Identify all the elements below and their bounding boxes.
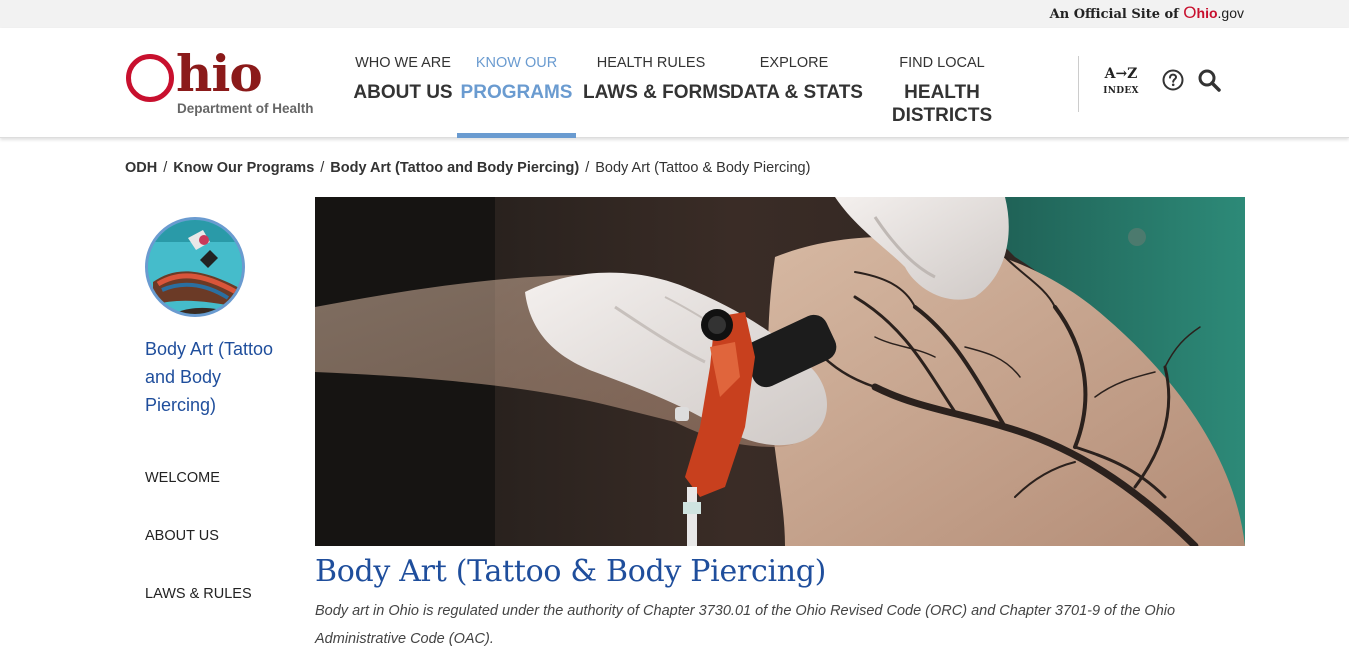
nav-item-small-label: KNOW OUR xyxy=(475,55,558,71)
ohio-gov-hio: hio xyxy=(1196,5,1218,21)
logo-department: Department of Health xyxy=(177,101,314,116)
header-divider xyxy=(1078,56,1079,112)
program-thumbnail xyxy=(145,217,245,317)
nav-item-big-label: DATA & STATS xyxy=(730,82,863,103)
page-title: Body Art (Tattoo & Body Piercing) xyxy=(315,554,827,589)
sidebar-item-welcome[interactable]: WELCOME xyxy=(145,468,252,526)
breadcrumb-link-odh[interactable]: ODH xyxy=(125,160,157,176)
nav-item-big-label: ABOUT US xyxy=(353,82,453,103)
hero-image xyxy=(315,197,1245,546)
active-nav-indicator xyxy=(457,133,576,138)
official-site-notice[interactable]: An Official Site of Ohio.gov xyxy=(1050,3,1244,23)
site-header: hio Department of Health WHO WE ARE ABOU… xyxy=(0,28,1349,138)
sidebar-item-about-us[interactable]: ABOUT US xyxy=(145,526,252,584)
sidebar-nav: WELCOME ABOUT US LAWS & RULES xyxy=(145,468,252,642)
nav-health-districts[interactable]: FIND LOCAL HEALTH DISTRICTS xyxy=(884,28,1000,138)
breadcrumb-link-body-art[interactable]: Body Art (Tattoo and Body Piercing) xyxy=(330,160,579,176)
nav-item-big-line-2: DISTRICTS xyxy=(891,105,993,126)
az-sub-label: INDEX xyxy=(1103,86,1139,96)
question-circle-icon[interactable] xyxy=(1162,69,1184,91)
nav-data-stats[interactable]: EXPLORE DATA & STATS xyxy=(730,28,863,138)
breadcrumb: ODH / Know Our Programs / Body Art (Tattoo a… xyxy=(125,160,810,176)
logo-o-ring xyxy=(126,54,174,102)
nav-item-big-line-1: HEALTH xyxy=(904,82,980,103)
breadcrumb-separator: / xyxy=(320,160,325,176)
nav-item-big-label: LAWS & FORMS xyxy=(583,82,731,103)
breadcrumb-separator: / xyxy=(163,160,168,176)
nav-item-small-label: WHO WE ARE xyxy=(355,55,451,71)
sidebar-program-title[interactable]: Body Art (Tattoo and Body Piercing) xyxy=(145,335,295,419)
odh-logo[interactable]: hio Department of Health xyxy=(126,44,326,120)
official-prefix: An Official Site of xyxy=(1049,7,1179,22)
breadcrumb-separator: / xyxy=(585,160,590,176)
ohio-gov-o: O xyxy=(1183,3,1197,22)
intro-paragraph: Body art in Ohio is regulated under the … xyxy=(315,603,1176,647)
nav-item-small-label: HEALTH RULES xyxy=(596,55,706,71)
nav-about-us[interactable]: WHO WE ARE ABOUT US xyxy=(352,28,454,138)
breadcrumb-current: Body Art (Tattoo & Body Piercing) xyxy=(595,160,811,176)
nav-item-big-label: HEALTH DISTRICTS xyxy=(884,81,1000,127)
logo-wordmark: hio xyxy=(176,44,263,103)
breadcrumb-link-programs[interactable]: Know Our Programs xyxy=(173,160,314,176)
az-label: A→Z xyxy=(1104,66,1138,82)
nav-item-small-label: EXPLORE xyxy=(759,55,829,71)
official-site-bar: An Official Site of Ohio.gov xyxy=(0,0,1349,28)
az-index-button[interactable]: A→Z INDEX xyxy=(1098,66,1144,96)
nav-laws-forms[interactable]: HEALTH RULES LAWS & FORMS xyxy=(583,28,731,138)
ohio-gov-suffix: .gov xyxy=(1217,5,1244,21)
nav-item-small-label: FIND LOCAL xyxy=(899,55,985,71)
search-icon[interactable] xyxy=(1197,68,1221,92)
nav-programs[interactable]: KNOW OUR PROGRAMS xyxy=(457,28,576,138)
nav-item-big-label: PROGRAMS xyxy=(460,82,573,103)
sidebar-item-laws-rules[interactable]: LAWS & RULES xyxy=(145,584,252,642)
